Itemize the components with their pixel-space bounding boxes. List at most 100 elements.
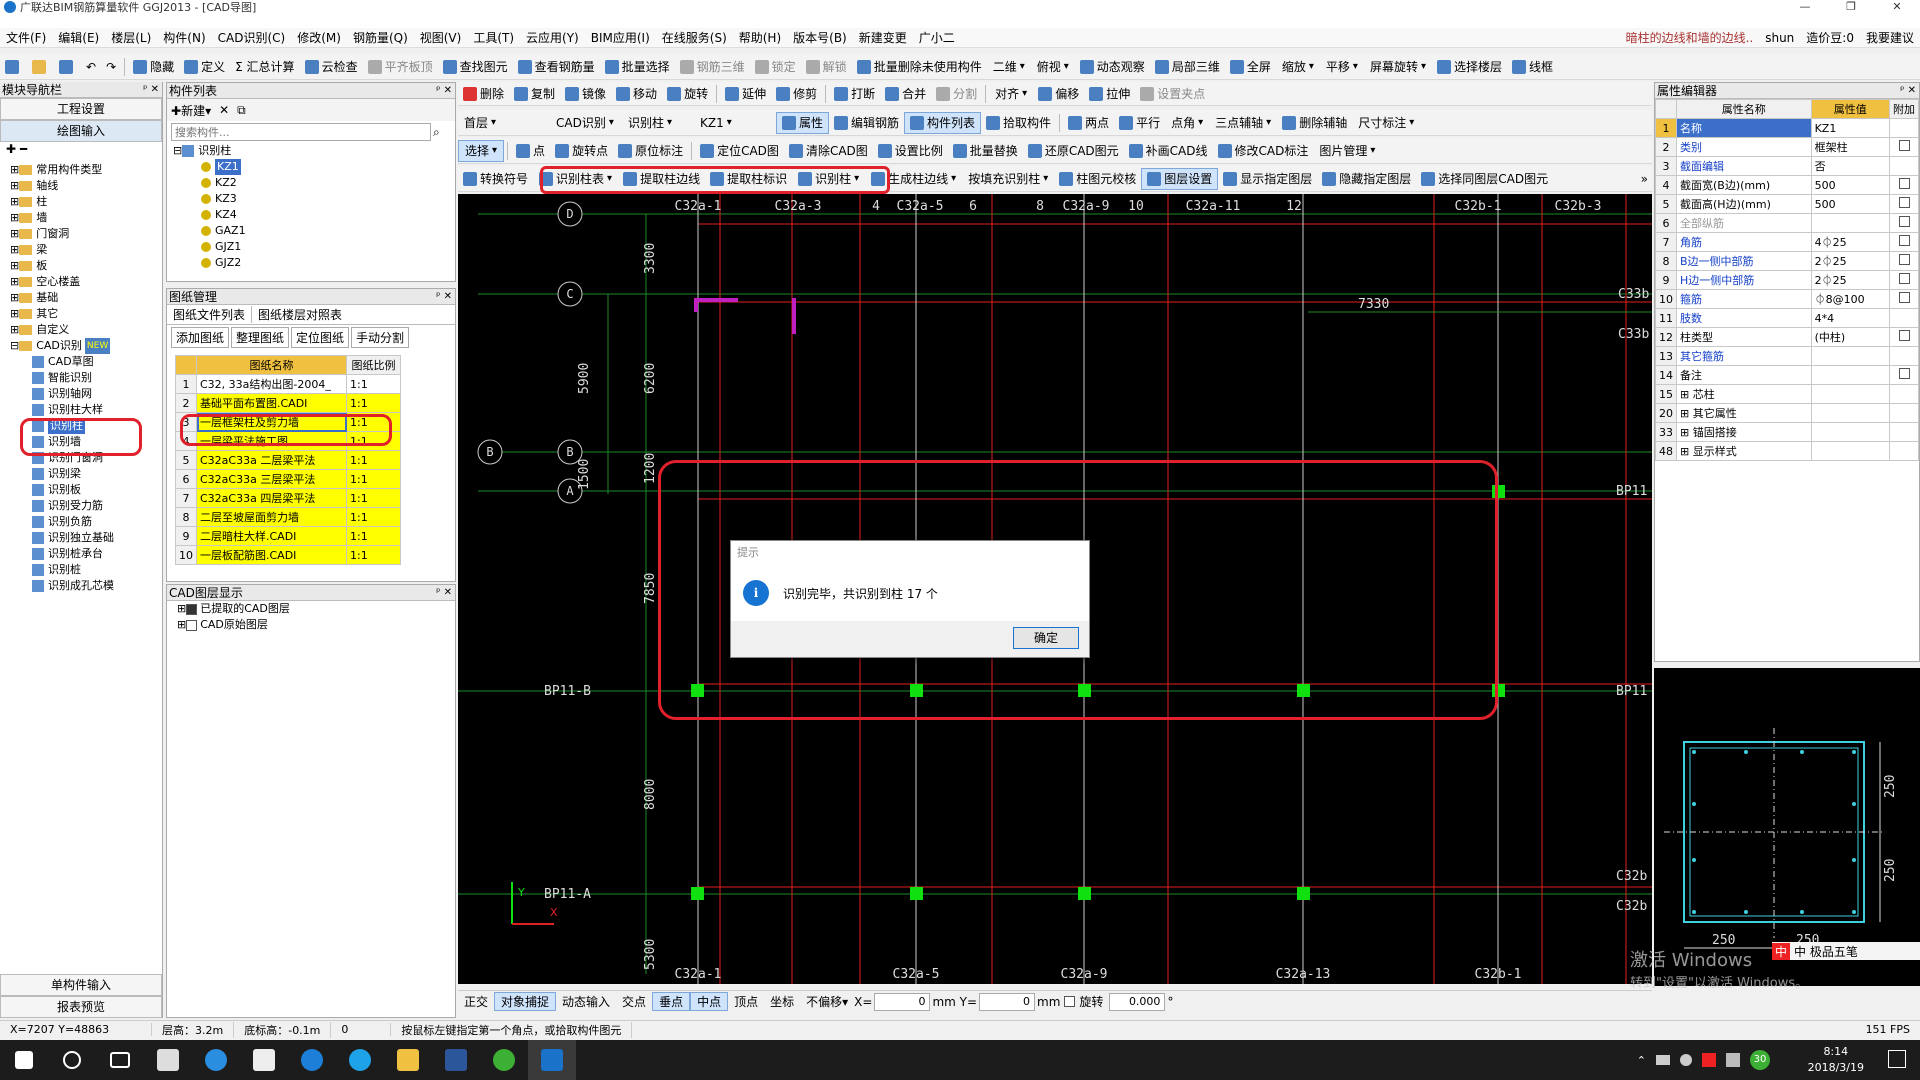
- tree-slab[interactable]: ⊞ 板: [10, 258, 162, 274]
- rebar-3d-button[interactable]: 钢筋三维: [675, 56, 750, 78]
- parallel-button[interactable]: 平行: [1114, 112, 1165, 134]
- extra-checkbox[interactable]: [1898, 254, 1910, 265]
- coordinate-snap[interactable]: 坐标: [764, 993, 800, 1010]
- three-point-aux-dropdown[interactable]: 三点辅轴: [1209, 112, 1277, 134]
- menu-cad[interactable]: CAD识别(C): [212, 29, 292, 46]
- edge-icon[interactable]: [288, 1040, 336, 1080]
- recog-col-select[interactable]: 识别柱: [622, 112, 694, 134]
- calc-button[interactable]: Σ 汇总计算: [230, 56, 299, 78]
- prop-row[interactable]: 6 全部纵筋: [1655, 213, 1919, 233]
- table-row[interactable]: 2 基础平面布置图.CADI 1:1: [175, 393, 401, 413]
- tree-smart-recog[interactable]: 智能识别: [10, 370, 162, 386]
- tree-recog-pile-cap[interactable]: 识别桩承台: [10, 546, 162, 562]
- comp-item-kz1[interactable]: KZ1: [173, 159, 455, 175]
- open-file-icon[interactable]: [27, 56, 54, 78]
- select-floor-button[interactable]: 选择楼层: [1432, 56, 1507, 78]
- menu-tools[interactable]: 工具(T): [467, 29, 520, 46]
- vertex-snap[interactable]: 顶点: [728, 993, 764, 1010]
- suggest-link[interactable]: 我要建议: [1860, 29, 1920, 46]
- prop-row[interactable]: 15 ⊞ 芯柱: [1655, 384, 1919, 404]
- batch-select-button[interactable]: 批量选择: [600, 56, 675, 78]
- tree-custom[interactable]: ⊞ 自定义: [10, 322, 162, 338]
- pan-dropdown[interactable]: 平移: [1320, 56, 1364, 78]
- rotate-input[interactable]: [1109, 992, 1166, 1011]
- rotate-button[interactable]: 旋转: [662, 83, 713, 105]
- menu-help[interactable]: 帮助(H): [733, 29, 787, 46]
- comp-item-kz2[interactable]: KZ2: [173, 175, 455, 191]
- layer-original[interactable]: ⊞ CAD原始图层: [177, 617, 455, 633]
- delete-button[interactable]: 删除: [458, 83, 509, 105]
- column-check-button[interactable]: 柱图元校核: [1054, 168, 1141, 190]
- tree-recog-slab[interactable]: 识别板: [10, 482, 162, 498]
- rotate-checkbox[interactable]: [1064, 996, 1076, 1007]
- comp-item-gjz2[interactable]: GJZ2: [173, 255, 455, 271]
- table-row[interactable]: 1 C32, 33a结构出图-2004_ 1:1: [175, 374, 401, 394]
- comp-item-kz3[interactable]: KZ3: [173, 191, 455, 207]
- menu-cloud[interactable]: 云应用(Y): [520, 29, 585, 46]
- inplace-annot-button[interactable]: 原位标注: [613, 140, 688, 162]
- two-point-button[interactable]: 两点: [1063, 112, 1114, 134]
- component-select[interactable]: KZ1: [694, 112, 776, 134]
- redraw-cad-line-button[interactable]: 补画CAD线: [1124, 140, 1213, 162]
- store-icon[interactable]: [240, 1040, 288, 1080]
- extra-checkbox[interactable]: [1898, 140, 1910, 151]
- user-name[interactable]: shun: [1759, 31, 1800, 45]
- menu-modify[interactable]: 修改(M): [291, 29, 347, 46]
- show-layer-button[interactable]: 显示指定图层: [1218, 168, 1317, 190]
- task-view-icon[interactable]: [96, 1040, 144, 1080]
- copy-component-icon[interactable]: ⧉: [237, 103, 246, 118]
- comp-tree-root[interactable]: ⊟ 识别柱: [173, 143, 455, 159]
- local-3d-button[interactable]: 局部三维: [1150, 56, 1225, 78]
- tree-cad-recog[interactable]: ⊟ CAD识别 NEW: [10, 338, 162, 354]
- menu-new-change[interactable]: 新建变更: [853, 29, 913, 46]
- tree-foundation[interactable]: ⊞ 基础: [10, 290, 162, 306]
- table-row[interactable]: 9 二层暗柱大样.CADI 1:1: [175, 526, 401, 546]
- dynamic-view-button[interactable]: 动态观察: [1075, 56, 1150, 78]
- glodon-app-icon[interactable]: [528, 1040, 576, 1080]
- locate-drawing-button[interactable]: 定位图纸: [291, 326, 350, 348]
- tree-opening[interactable]: ⊞ 门窗洞: [10, 226, 162, 242]
- prop-row-name[interactable]: 1 名称 KZ1: [1655, 118, 1919, 138]
- wireframe-button[interactable]: 线框: [1507, 56, 1558, 78]
- menu-online[interactable]: 在线服务(S): [656, 29, 733, 46]
- tree-controls[interactable]: ✚ ━: [0, 142, 162, 162]
- undo-icon[interactable]: ↶: [81, 56, 101, 78]
- stretch-button[interactable]: 拉伸: [1084, 83, 1135, 105]
- menu-bim[interactable]: BIM应用(I): [585, 29, 656, 46]
- convert-symbol-button[interactable]: 转换符号: [458, 168, 533, 190]
- extra-checkbox[interactable]: [1898, 368, 1910, 379]
- tree-recog-pile[interactable]: 识别桩: [10, 562, 162, 578]
- tree-beam[interactable]: ⊞ 梁: [10, 242, 162, 258]
- rotate-point-button[interactable]: 旋转点: [550, 140, 613, 162]
- floor-select[interactable]: 首层: [458, 112, 550, 134]
- cortana-icon[interactable]: [48, 1040, 96, 1080]
- ok-button[interactable]: 确定: [1013, 627, 1079, 649]
- point-button[interactable]: 点: [511, 140, 550, 162]
- offset-select[interactable]: 不偏移 ▾: [800, 993, 854, 1010]
- tray-volume-icon[interactable]: [1680, 1054, 1692, 1066]
- extra-checkbox[interactable]: [1898, 292, 1910, 303]
- browser-icon[interactable]: [336, 1040, 384, 1080]
- prop-row[interactable]: 7 角筋 4⏀25: [1655, 232, 1919, 252]
- tree-recog-col-detail[interactable]: 识别柱大样: [10, 402, 162, 418]
- close-button[interactable]: ✕: [1874, 0, 1920, 14]
- merge-button[interactable]: 合并: [880, 83, 931, 105]
- flush-slab-button[interactable]: 平齐板顶: [363, 56, 438, 78]
- dynamic-input-toggle[interactable]: 动态输入: [556, 993, 616, 1010]
- tree-other[interactable]: ⊞ 其它: [10, 306, 162, 322]
- move-button[interactable]: 移动: [611, 83, 662, 105]
- edit-rebar-button[interactable]: 编辑钢筋: [829, 112, 904, 134]
- comp-item-gaz1[interactable]: GAZ1: [173, 223, 455, 239]
- explorer-icon[interactable]: [384, 1040, 432, 1080]
- copy-button[interactable]: 复制: [509, 83, 560, 105]
- tray-keyboard-icon[interactable]: [1726, 1053, 1740, 1067]
- organize-drawing-button[interactable]: 整理图纸: [231, 326, 290, 348]
- prop-row[interactable]: 33 ⊞ 锚固搭接: [1655, 422, 1919, 442]
- midpoint-snap[interactable]: 中点: [690, 992, 729, 1011]
- tree-recog-beam[interactable]: 识别梁: [10, 466, 162, 482]
- delete-component-icon[interactable]: ✕: [219, 103, 229, 117]
- cloud-check-button[interactable]: 云检查: [300, 56, 363, 78]
- minimize-button[interactable]: —: [1782, 0, 1828, 14]
- recog-by-fill-dropdown[interactable]: 按填充识别柱: [962, 168, 1054, 190]
- layer-settings-button[interactable]: 图层设置: [1141, 167, 1219, 190]
